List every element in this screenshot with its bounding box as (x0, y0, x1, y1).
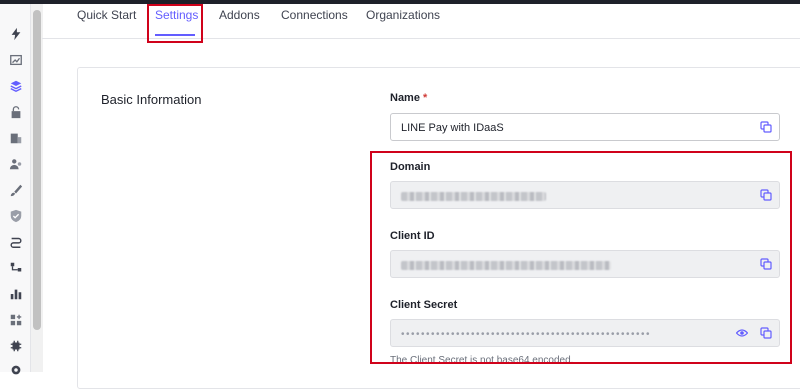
highlight-box-credentials (370, 151, 792, 364)
flow-icon[interactable] (8, 234, 24, 250)
tab-quick-start[interactable]: Quick Start (77, 8, 136, 22)
tab-addons[interactable]: Addons (219, 8, 260, 22)
sidebar (0, 4, 31, 375)
chart-icon[interactable] (8, 52, 24, 68)
gear-icon[interactable] (8, 362, 24, 378)
name-field[interactable]: LINE Pay with IDaaS (390, 113, 780, 141)
bar-chart-icon[interactable] (8, 286, 24, 302)
extensions-icon[interactable] (8, 312, 24, 328)
scrollbar-thumb[interactable] (33, 10, 41, 330)
section-title: Basic Information (101, 92, 202, 107)
name-value: LINE Pay with IDaaS (401, 122, 504, 134)
shield-icon[interactable] (8, 208, 24, 224)
highlight-box-settings-tab (147, 4, 203, 43)
scrollbar[interactable] (30, 4, 43, 372)
pipeline-icon[interactable] (8, 260, 24, 276)
users-icon[interactable] (8, 156, 24, 172)
tab-organizations[interactable]: Organizations (366, 8, 440, 22)
lock-icon[interactable] (8, 104, 24, 120)
required-marker: * (422, 92, 428, 104)
building-icon[interactable] (8, 130, 24, 146)
lightning-icon[interactable] (8, 26, 24, 42)
name-label: Name * (390, 92, 428, 104)
copy-icon[interactable] (759, 120, 773, 134)
settings-icon[interactable] (8, 338, 24, 354)
layers-icon[interactable] (8, 78, 24, 94)
brush-icon[interactable] (8, 182, 24, 198)
tab-connections[interactable]: Connections (281, 8, 348, 22)
